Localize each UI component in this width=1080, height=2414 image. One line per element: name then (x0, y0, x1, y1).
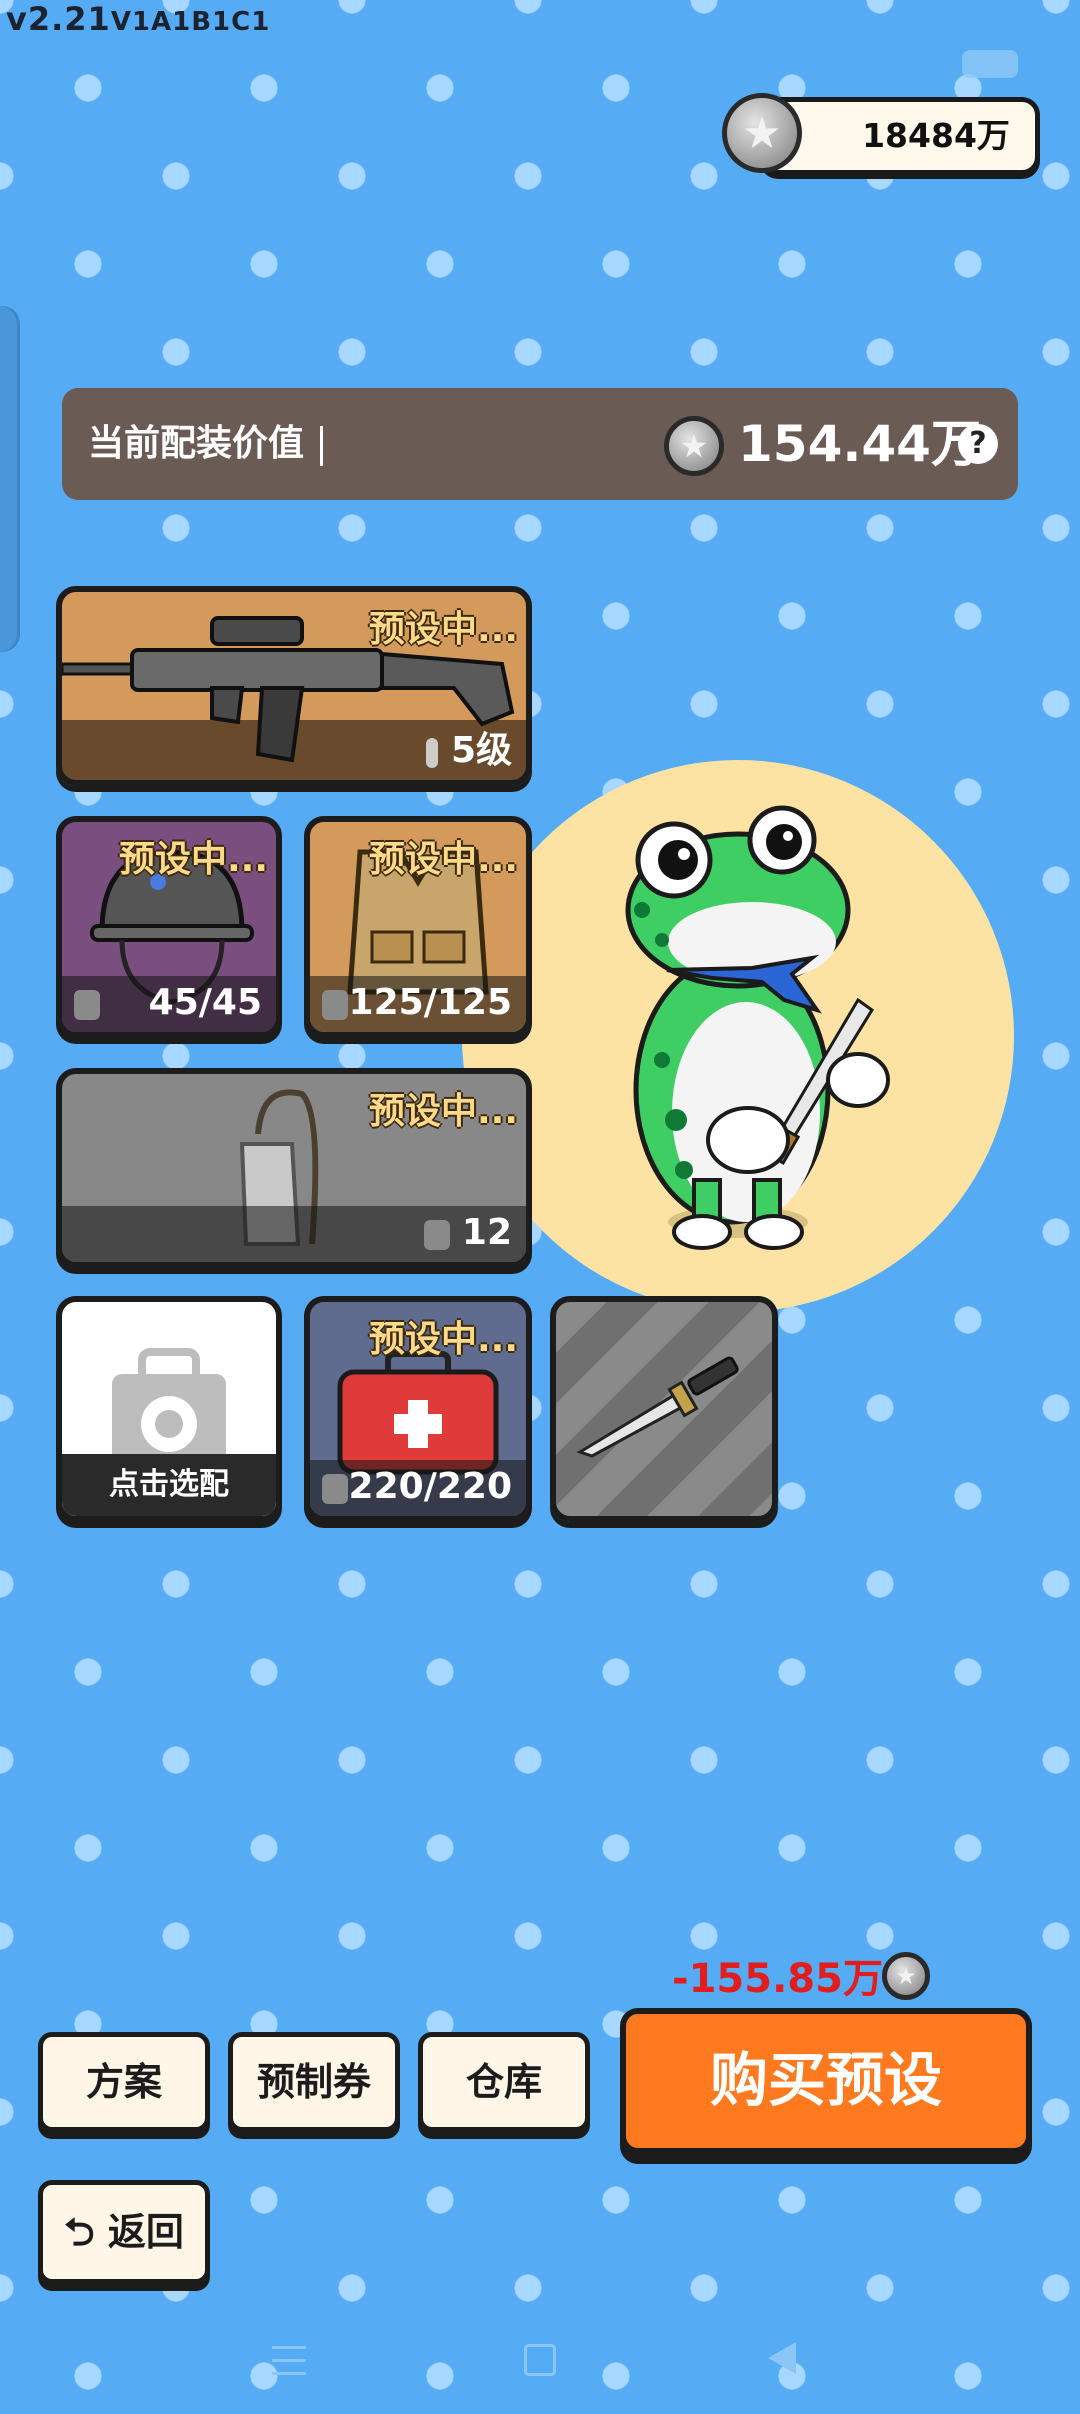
helmet-slot[interactable]: 预设中... 45/45 (56, 816, 282, 1038)
back-arrow-icon: ⮌ (64, 2210, 95, 2254)
purchase-cost: -155.85万 (672, 1956, 883, 2002)
home-icon[interactable] (524, 2344, 556, 2376)
loadout-label: 当前配装价值 (88, 423, 305, 464)
knife-icon (576, 1356, 739, 1458)
status-indicator (962, 50, 1018, 78)
wallet-display: 18484万 ★ (722, 93, 1040, 175)
select-prompt: 点击选配 (109, 1467, 229, 1502)
help-icon[interactable]: ? (958, 424, 998, 464)
scheme-button[interactable]: 方案 (38, 2032, 210, 2132)
frog-character (625, 805, 890, 1250)
medkit-hp: 220/220 (348, 1466, 512, 1507)
back-triangle-icon[interactable] (768, 2342, 796, 2374)
melee-slot[interactable] (550, 1296, 778, 1522)
menu-icon[interactable] (272, 2346, 306, 2376)
bag-small-icon (424, 1220, 450, 1250)
character-portrait (462, 760, 1014, 1312)
bag-capacity: 12 (461, 1212, 512, 1253)
preset-badge: 预设中... (368, 839, 518, 880)
helmet-durability: 45/45 (148, 982, 262, 1023)
buy-preset-button[interactable]: 购买预设 (620, 2008, 1032, 2154)
back-label: 返回 (107, 2210, 184, 2254)
preset-badge: 预设中... (368, 1091, 518, 1132)
star-coin-icon: ★ (722, 93, 802, 173)
star-coin-icon: ★ (882, 1952, 930, 2000)
version-main: v2.21 (6, 0, 111, 38)
text-cursor (320, 426, 323, 466)
system-nav-bar (0, 2320, 1080, 2414)
wallet-pill: 18484万 (760, 97, 1040, 175)
backpack-slot[interactable]: 预设中... 12 (56, 1068, 532, 1268)
medkit-small-icon (322, 1474, 348, 1504)
star-coin-icon: ★ (664, 416, 724, 476)
preset-badge: 预设中... (368, 609, 518, 650)
empty-slot[interactable]: 点击选配 (56, 1296, 282, 1522)
voucher-button[interactable]: 预制券 (228, 2032, 400, 2132)
version-sub: V1A1B1C1 (110, 7, 271, 37)
weapon-level: 5级 (450, 730, 512, 771)
medkit-slot[interactable]: 预设中... 220/220 (304, 1296, 532, 1522)
wallet-amount: 18484万 (862, 116, 1010, 155)
side-drawer-tab[interactable] (0, 306, 20, 652)
vest-slot[interactable]: 预设中... 125/125 (304, 816, 532, 1038)
back-button[interactable]: ⮌ 返回 (38, 2180, 210, 2284)
ammo-icon (426, 738, 438, 768)
preset-badge: 预设中... (118, 839, 268, 880)
weapon-slot[interactable]: 预设中... 5级 (56, 586, 532, 786)
vest-durability: 125/125 (348, 982, 512, 1023)
version-label: v2.21V1A1B1C1 (6, 0, 270, 38)
loadout-value-bar: 当前配装价值 ★ 154.44万 ? (62, 388, 1018, 500)
preset-badge: 预设中... (368, 1319, 518, 1360)
warehouse-button[interactable]: 仓库 (418, 2032, 590, 2132)
vest-small-icon (322, 990, 348, 1020)
helmet-small-icon (74, 990, 100, 1020)
loadout-value: 154.44万 (738, 415, 981, 473)
